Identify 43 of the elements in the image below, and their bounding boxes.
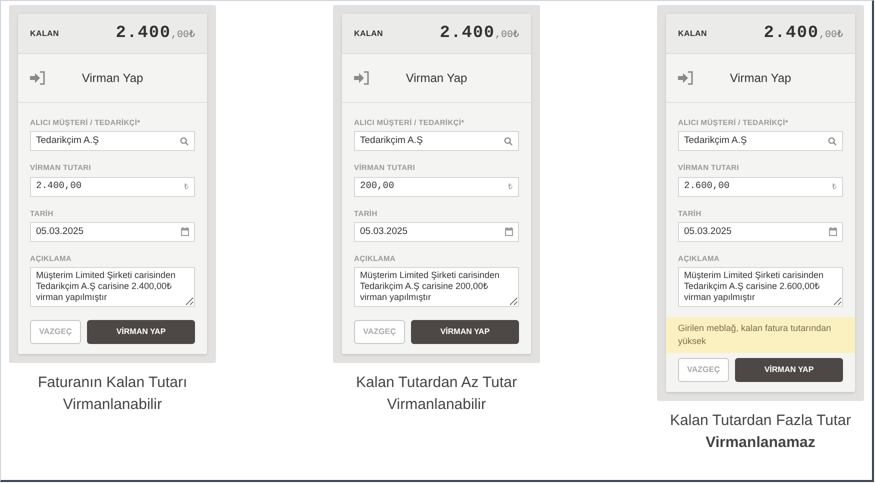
balance-label: KALAN — [30, 28, 59, 40]
description-field[interactable]: Müşterim Limited Şirketi carisinden Tedarikçim A.Ş carisine 200,00₺ virman yapılmıştır — [354, 267, 519, 307]
description-field[interactable]: Müşterim Limited Şirketi carisinden Tedarikçim A.Ş carisine 2.400,00₺ virman yapılmıştır — [30, 267, 195, 307]
supplier-field[interactable]: Tedarikçim A.Ş — [30, 131, 195, 152]
caption-text: Faturanın Kalan Tutarı — [38, 373, 188, 392]
calendar-icon — [181, 227, 189, 236]
caption-text: Kalan Tutardan Az Tutar — [356, 373, 517, 392]
search-icon — [828, 136, 837, 146]
currency-suffix: ₺ — [184, 180, 189, 192]
amount-field[interactable]: 2.600,00 ₺ — [678, 176, 843, 196]
form-title: Virman Yap — [80, 70, 144, 87]
calendar-icon — [829, 227, 837, 236]
balance-label: KALAN — [678, 28, 707, 40]
form-title: Virman Yap — [728, 70, 792, 87]
caption-text: Virmanlanamaz — [706, 433, 816, 452]
search-icon — [504, 136, 513, 146]
submit-button[interactable]: VİRMAN YAP — [411, 320, 519, 344]
supplier-field[interactable]: Tedarikçim A.Ş — [354, 131, 519, 152]
balance-amount: 2.400,00₺ — [116, 22, 195, 45]
calendar-icon — [505, 227, 513, 236]
balance-amount: 2.400,00₺ — [440, 22, 519, 45]
form-title: Virman Yap — [404, 70, 468, 87]
balance-amount: 2.400,00₺ — [764, 22, 843, 45]
warning-message: Girilen meblağ, kalan fatura tutarından yüksek — [666, 317, 855, 353]
amount-field[interactable]: 200,00 ₺ — [354, 176, 519, 196]
submit-button[interactable]: VİRMAN YAP — [87, 320, 195, 344]
currency-suffix: ₺ — [832, 180, 837, 192]
search-icon — [180, 136, 189, 146]
date-field[interactable]: 05.03.2025 — [678, 222, 843, 242]
balance-label: KALAN — [354, 28, 383, 40]
sign-in-icon — [678, 71, 694, 85]
supplier-field[interactable]: Tedarikçim A.Ş — [678, 131, 843, 152]
caption-text: Virmanlanabilir — [63, 395, 162, 414]
submit-button[interactable]: VİRMAN YAP — [735, 358, 843, 382]
sign-in-icon — [354, 71, 370, 85]
description-field[interactable]: Müşterim Limited Şirketi carisinden Tedarikçim A.Ş carisine 2.600,00₺ virman yapılmıştır — [678, 267, 843, 307]
currency-suffix: ₺ — [508, 180, 513, 192]
sign-in-icon — [30, 71, 46, 85]
date-field[interactable]: 05.03.2025 — [354, 222, 519, 242]
amount-field[interactable]: 2.400,00 ₺ — [30, 176, 195, 196]
date-field[interactable]: 05.03.2025 — [30, 222, 195, 242]
caption-text: Virmanlanabilir — [387, 395, 486, 414]
caption-text: Kalan Tutardan Fazla Tutar — [670, 411, 851, 430]
